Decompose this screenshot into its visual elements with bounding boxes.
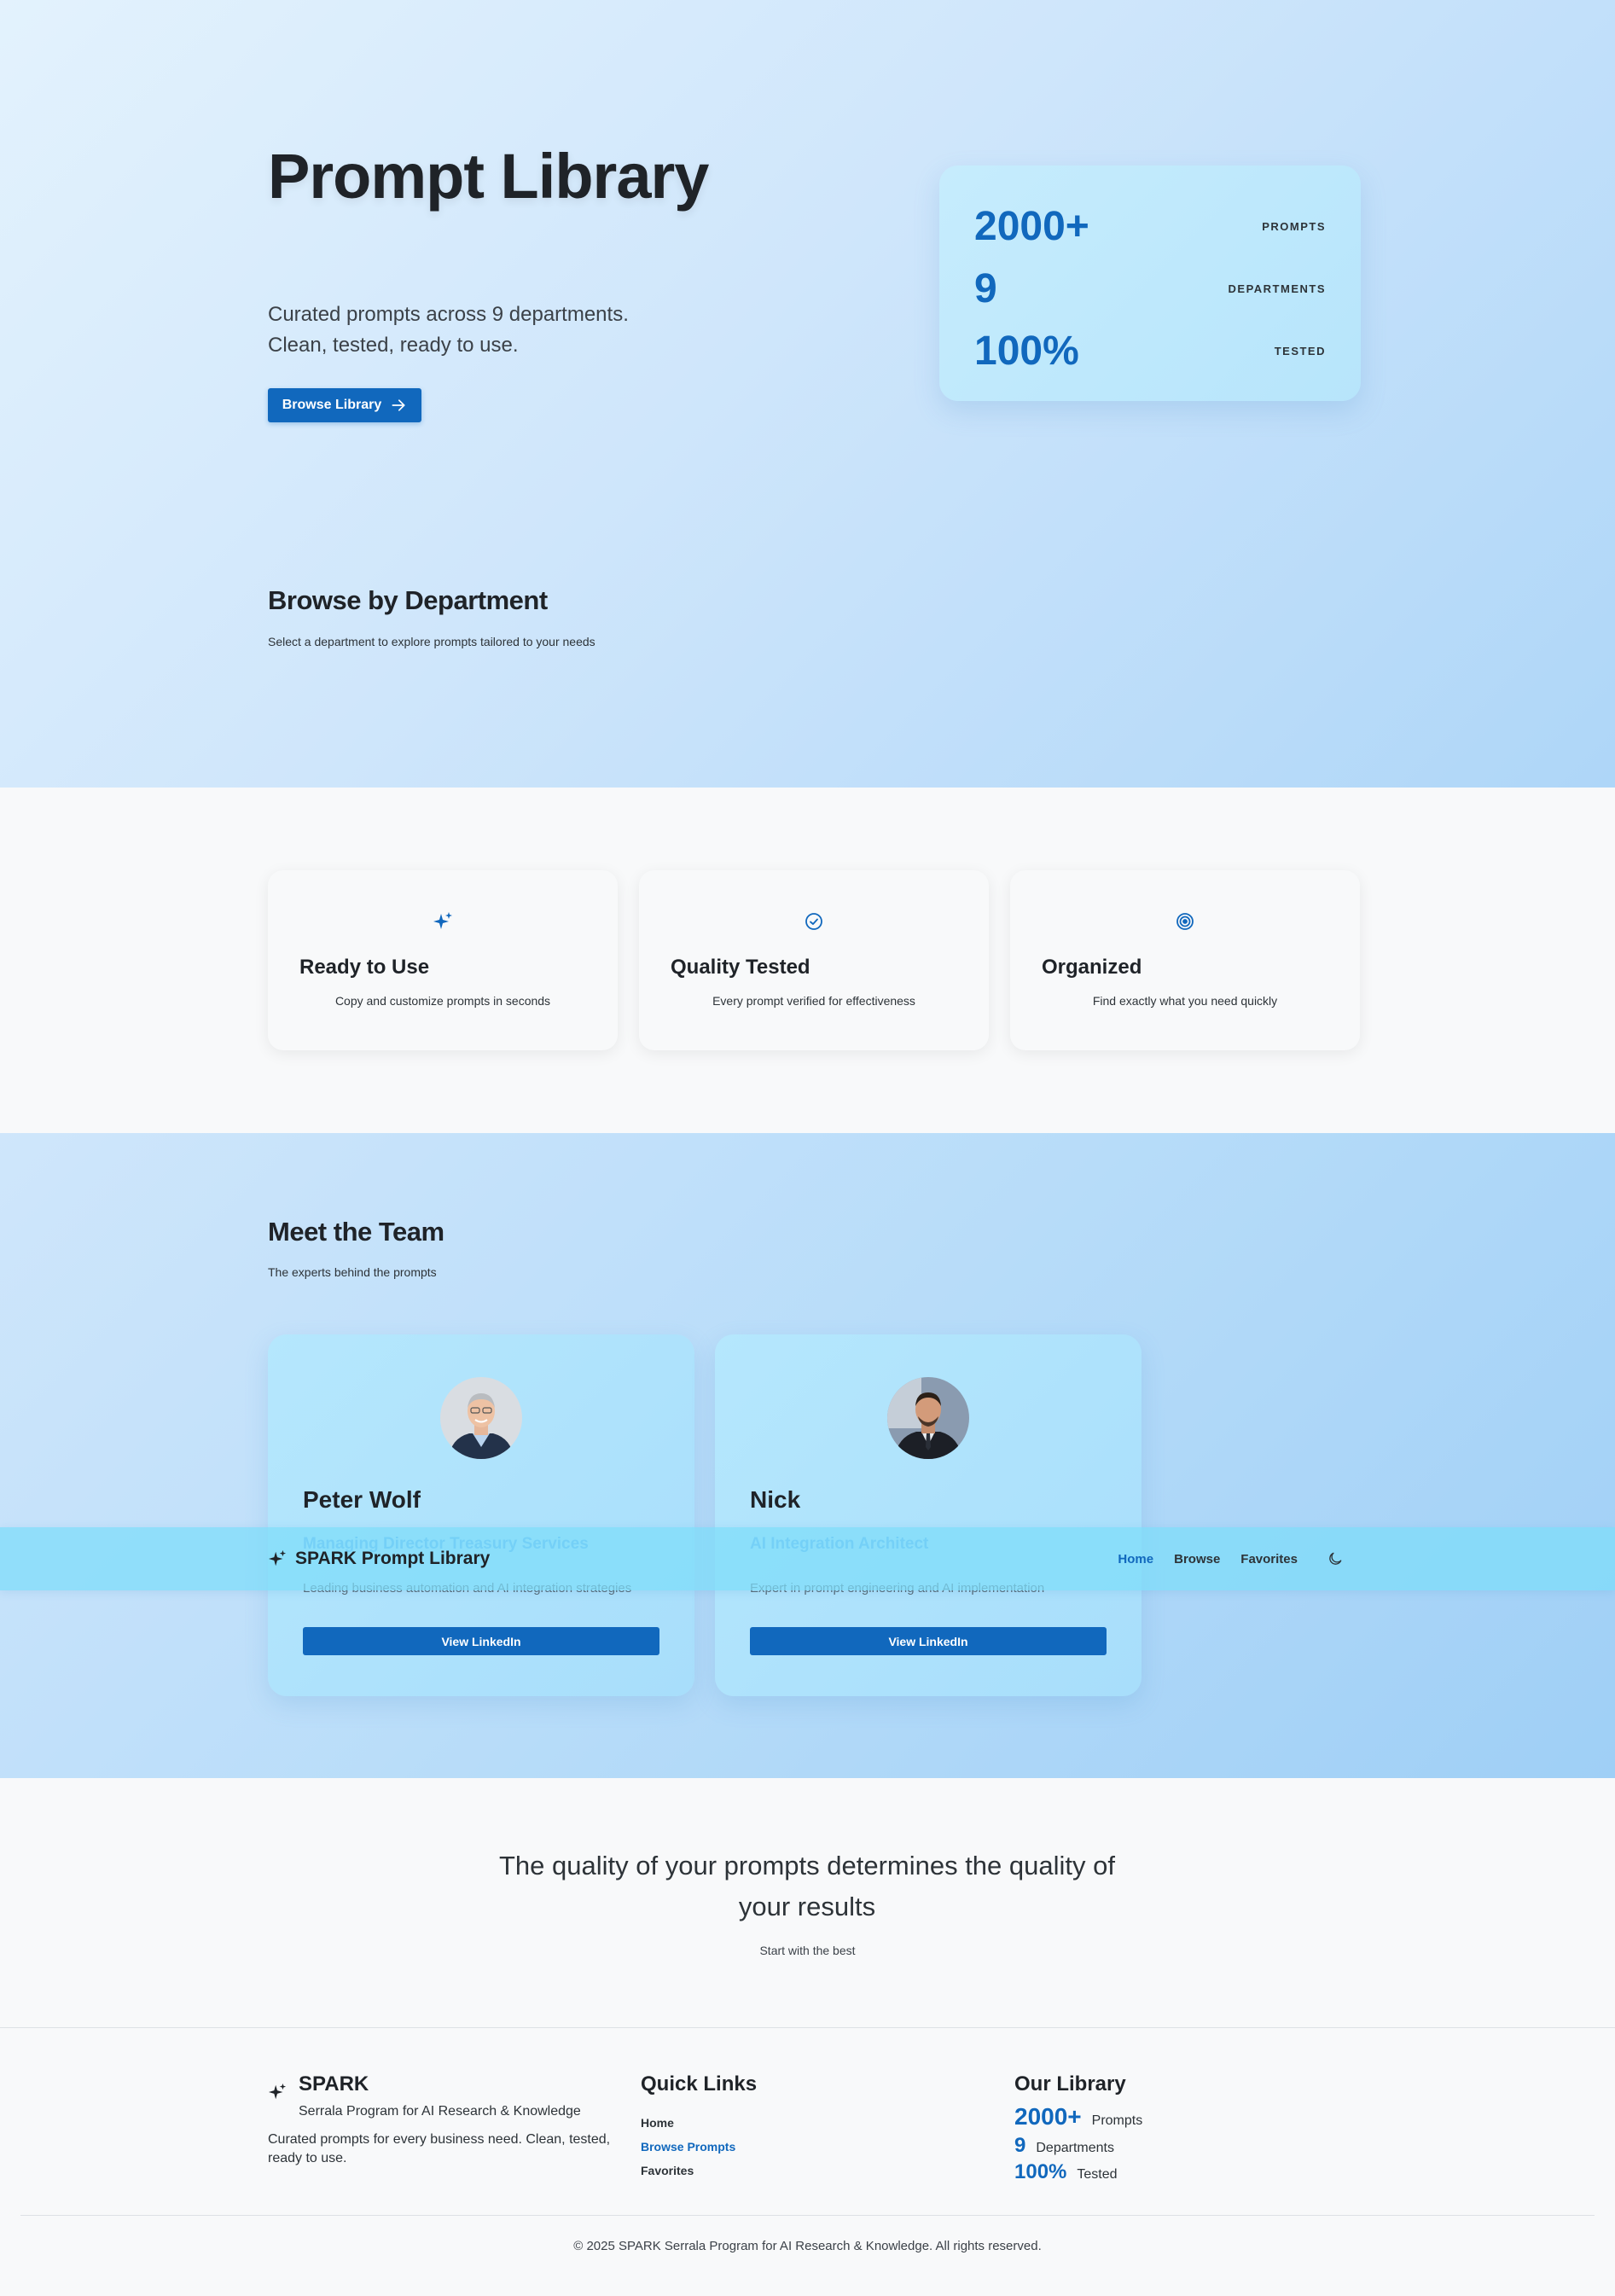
member-name: Nick <box>750 1486 801 1513</box>
footer-brand-full: Serrala Program for AI Research & Knowle… <box>299 2104 581 2119</box>
feature-card-organized: Organized Find exactly what you need qui… <box>1010 870 1360 1050</box>
quote-line2: your results <box>738 1892 876 1921</box>
hero-section: Prompt Library Curated prompts across 9 … <box>0 0 1615 788</box>
hero-subtitle: Curated prompts across 9 departments. Cl… <box>268 299 677 361</box>
quick-links-title: Quick Links <box>641 2072 758 2095</box>
quote-text: The quality of your prompts determines t… <box>466 1846 1148 1927</box>
footer-stat-value: 2000+ <box>1014 2103 1082 2130</box>
feature-card-ready: Ready to Use Copy and customize prompts … <box>268 870 618 1050</box>
stat-tested: 100% TESTED <box>974 321 1326 381</box>
footer-stat-departments: 9 Departments <box>1014 2134 1114 2158</box>
quote-subtitle: Start with the best <box>759 1944 856 1957</box>
stat-label: PROMPTS <box>1262 219 1326 233</box>
footer-link-home[interactable]: Home <box>641 2116 674 2130</box>
view-linkedin-button[interactable]: View LinkedIn <box>750 1627 1107 1655</box>
feature-title: Ready to Use <box>299 956 430 979</box>
team-subtitle: The experts behind the prompts <box>268 1265 437 1279</box>
moon-icon[interactable] <box>1327 1550 1344 1567</box>
stat-value: 100% <box>974 328 1079 374</box>
team-section: Meet the Team The experts behind the pro… <box>0 1133 1615 1778</box>
nav-brand-label: SPARK Prompt Library <box>295 1549 491 1568</box>
copyright: © 2025 SPARK Serrala Program for AI Rese… <box>573 2239 1042 2253</box>
team-card-nick: Nick AI Integration Architect Expert in … <box>715 1334 1142 1696</box>
stat-value: 2000+ <box>974 203 1089 249</box>
hero-subtitle-line1: Curated prompts across 9 departments. <box>268 303 629 326</box>
footer-stat-label: Tested <box>1077 2167 1118 2182</box>
departments-title: Browse by Department <box>268 585 548 615</box>
stat-departments: 9 DEPARTMENTS <box>974 259 1326 318</box>
our-library-title: Our Library <box>1014 2072 1126 2095</box>
feature-card-quality: Quality Tested Every prompt verified for… <box>639 870 989 1050</box>
footer: SPARK Serrala Program for AI Research & … <box>0 2027 1615 2296</box>
nav-brand[interactable]: SPARK Prompt Library <box>268 1527 490 1590</box>
target-icon <box>1176 913 1194 930</box>
footer-stat-value: 100% <box>1014 2160 1067 2183</box>
stat-label: TESTED <box>1274 344 1326 357</box>
footer-stat-label: Departments <box>1036 2141 1114 2155</box>
footer-stat-value: 9 <box>1014 2134 1026 2157</box>
departments-subtitle: Select a department to explore prompts t… <box>268 635 595 648</box>
stat-prompts: 2000+ PROMPTS <box>974 196 1326 256</box>
page-title: Prompt Library <box>268 141 709 212</box>
avatar-photo <box>440 1377 522 1459</box>
feature-desc: Find exactly what you need quickly <box>1092 994 1278 1008</box>
team-card-peter: Peter Wolf Managing Director Treasury Se… <box>268 1334 694 1696</box>
nav-link-favorites[interactable]: Favorites <box>1240 1552 1298 1567</box>
stat-label: DEPARTMENTS <box>1228 282 1326 295</box>
sparkles-icon <box>268 1549 287 1567</box>
feature-title: Organized <box>1042 956 1142 979</box>
footer-stat-label: Prompts <box>1091 2113 1143 2128</box>
avatar-photo <box>887 1377 969 1459</box>
footer-divider <box>20 2215 1595 2216</box>
nav-link-home[interactable]: Home <box>1118 1552 1153 1567</box>
nav-link-browse[interactable]: Browse <box>1174 1552 1220 1567</box>
avatar <box>887 1377 969 1459</box>
feature-desc: Copy and customize prompts in seconds <box>334 994 551 1008</box>
view-linkedin-button[interactable]: View LinkedIn <box>303 1627 659 1655</box>
footer-brand-name: SPARK <box>299 2072 369 2095</box>
navbar: SPARK Prompt Library Home Browse Favorit… <box>0 1527 1615 1590</box>
check-circle-icon <box>805 913 822 930</box>
footer-stat-prompts: 2000+ Prompts <box>1014 2103 1142 2130</box>
footer-stat-tested: 100% Tested <box>1014 2160 1118 2184</box>
team-title: Meet the Team <box>268 1217 444 1247</box>
nav-links: Home Browse Favorites <box>1118 1527 1344 1590</box>
footer-link-favorites[interactable]: Favorites <box>641 2164 694 2177</box>
footer-brand-desc: Curated prompts for every business need.… <box>268 2132 611 2165</box>
sparkles-icon <box>268 2083 287 2100</box>
avatar <box>440 1377 522 1459</box>
browse-library-label: Browse Library <box>282 398 382 412</box>
member-name: Peter Wolf <box>303 1486 421 1513</box>
hero-subtitle-line2: Clean, tested, ready to use. <box>268 334 519 357</box>
feature-title: Quality Tested <box>671 956 810 979</box>
sparkles-icon <box>433 912 452 929</box>
quote-line1: The quality of your prompts determines t… <box>499 1851 1115 1880</box>
stat-value: 9 <box>974 265 997 311</box>
browse-library-button[interactable]: Browse Library <box>268 388 421 422</box>
arrow-right-icon <box>392 399 405 411</box>
feature-desc: Every prompt verified for effectiveness <box>712 994 915 1008</box>
stats-card: 2000+ PROMPTS 9 DEPARTMENTS 100% TESTED <box>939 166 1361 401</box>
footer-link-browse-prompts[interactable]: Browse Prompts <box>641 2140 735 2154</box>
